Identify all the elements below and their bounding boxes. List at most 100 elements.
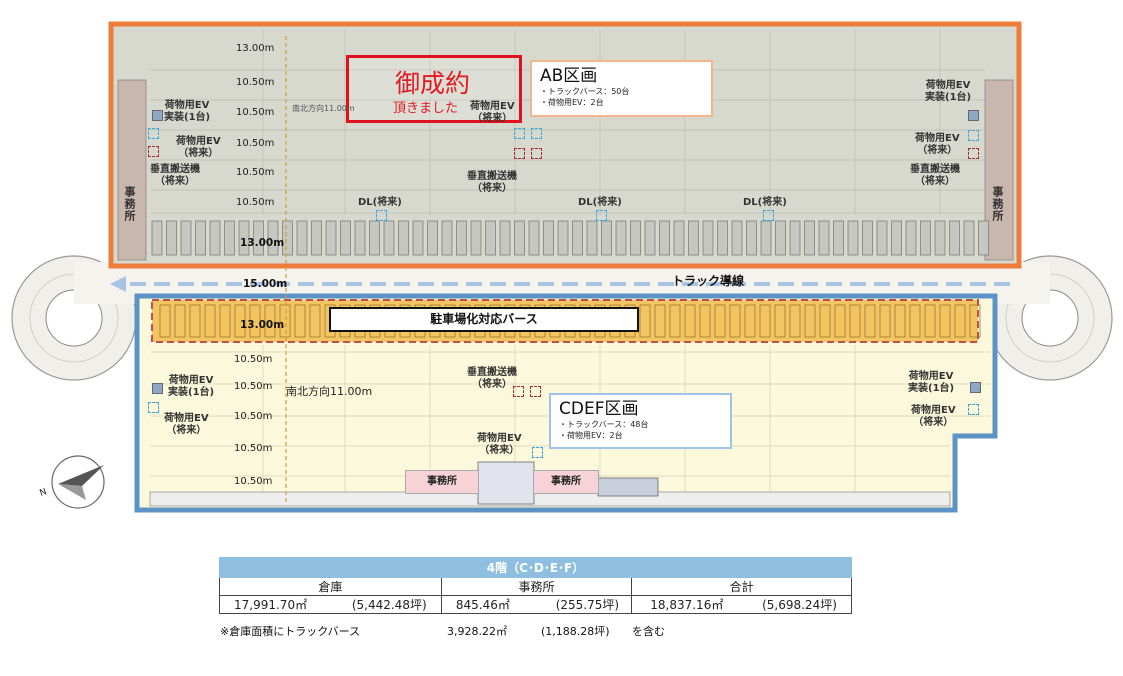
office-area-m2: 845.46㎡	[455, 598, 510, 612]
ab-berth-stall	[688, 220, 699, 256]
cdef-north-south-label: 南北方向11.00m	[286, 385, 373, 398]
ab-berth-stall	[195, 220, 206, 256]
note-prefix: ※倉庫面積にトラックバース	[220, 625, 361, 638]
cdef-ev-red-center-marker-1	[513, 386, 524, 397]
ab-berth-stall	[296, 220, 308, 256]
ab-vertical-conveyor-center: 垂直搬送機 （将来）	[467, 171, 517, 194]
ab-dim-2: 10.50m	[236, 77, 275, 88]
ab-berth-stall	[311, 220, 322, 256]
ab-berth-stall	[412, 220, 424, 256]
ab-berth-stall	[949, 220, 960, 256]
ab-ev-red-right-marker	[968, 148, 979, 159]
ab-berth-stall	[630, 220, 641, 256]
ab-berth-stall	[833, 220, 844, 256]
route-width-dim: 15.00m	[243, 278, 288, 290]
ab-berth-stall	[818, 220, 830, 256]
ab-ev-red-center-marker-1	[514, 148, 525, 159]
cdef-dim-4: 10.50m	[234, 443, 273, 454]
ab-berth-stall	[340, 220, 351, 256]
ab-berth-stall	[543, 220, 554, 256]
ab-berth-stall	[514, 220, 525, 256]
cdef-ev-blue-center-marker	[532, 447, 543, 458]
cdef-dim-2: 10.50m	[234, 381, 273, 392]
summary-warehouse-cell: 17,991.70㎡ (5,442.48坪)	[219, 595, 442, 614]
ab-berth-stall	[586, 220, 598, 256]
cdef-ev-future-center: 荷物用EV （将来）	[477, 433, 522, 456]
ab-ev-future-center: 荷物用EV （将来）	[470, 101, 515, 124]
ab-berth-stall	[978, 220, 989, 256]
cdef-office-2: 事務所	[533, 470, 599, 494]
ab-zone-berths: ・トラックバース：50台	[540, 87, 630, 96]
cdef-dim-1: 10.50m	[234, 354, 273, 365]
contract-title: 御成約	[395, 69, 471, 98]
ab-ev-future-left: 荷物用EV （将来）	[176, 136, 221, 159]
ab-berth-stall	[717, 220, 728, 256]
ab-berth-stall	[746, 220, 757, 256]
cdef-dim-3: 10.50m	[234, 411, 273, 422]
cdef-zone-title: CDEF区画	[559, 399, 639, 419]
cdef-zone-berths: ・トラックバース：48台	[559, 420, 649, 429]
ab-dim-4: 10.50m	[236, 138, 275, 149]
cdef-zone-ev: ・荷物用EV：2台	[559, 431, 623, 440]
warehouse-area-tsubo: (5,442.48坪)	[351, 598, 427, 612]
ab-zone-infobox: AB区画 ・トラックバース：50台 ・荷物用EV：2台	[530, 60, 713, 117]
ab-berth-stall	[847, 220, 859, 256]
ab-zone-ev: ・荷物用EV：2台	[540, 98, 604, 107]
cdef-ev-red-center-marker-2	[530, 386, 541, 397]
cdef-ev-blue-right-marker	[968, 404, 979, 415]
summary-total-cell: 18,837.16㎡ (5,698.24坪)	[631, 595, 852, 614]
summary-header-office: 事務所	[440, 577, 633, 596]
ab-berth-stall	[659, 220, 670, 256]
ab-ev-installed-right: 荷物用EV 実装(1台)	[925, 80, 972, 103]
contract-subtitle: 頂きました	[393, 101, 459, 116]
ab-ev-red-left-marker	[148, 146, 159, 157]
ab-berth-stall	[905, 220, 917, 256]
cdef-vertical-conveyor-center: 垂直搬送機 （将来）	[467, 367, 517, 390]
ab-dl-marker-1	[376, 210, 387, 221]
ab-berth-stall	[427, 220, 438, 256]
ab-berth-stall	[934, 220, 946, 256]
ab-dim-1: 13.00m	[236, 43, 275, 54]
cdef-ev-blue-left-marker	[148, 402, 159, 413]
ab-berth-stall	[731, 220, 743, 256]
cdef-ev-installed-left: 荷物用EV 実装(1台)	[168, 375, 215, 398]
ab-berth-stall	[804, 220, 815, 256]
area-summary-table: 4階（C･D･E･F） 倉庫 事務所 合計 17,991.70㎡ (5,442.…	[219, 557, 852, 614]
north-compass	[51, 455, 105, 509]
ab-berth-stall	[528, 220, 540, 256]
ab-berth-stall	[615, 220, 627, 256]
cdef-south-wall	[149, 491, 951, 507]
note-suffix: を含む	[632, 625, 665, 638]
ab-berth-stall	[862, 220, 873, 256]
ab-office-right-strip	[984, 79, 1014, 261]
ab-berth-stall	[775, 220, 786, 256]
ab-berth-stall	[180, 220, 192, 256]
ab-ev-red-center-marker-2	[531, 148, 542, 159]
parking-dim: 13.00m	[240, 319, 285, 331]
ab-ev-blue-center-marker-1	[514, 128, 525, 139]
ab-berth-stall	[702, 220, 714, 256]
ab-dim-7: 13.00m	[240, 237, 285, 249]
summary-header-warehouse: 倉庫	[219, 577, 442, 596]
ab-dl-marker-3	[763, 210, 774, 221]
warehouse-area-m2: 17,991.70㎡	[234, 598, 308, 612]
ab-office-right: 事務所	[991, 186, 1004, 222]
cdef-ev-future-right: 荷物用EV （将来）	[911, 405, 956, 428]
ab-berth-stall	[760, 220, 772, 256]
ab-dim-6: 10.50m	[236, 197, 275, 208]
ab-berth-stall	[369, 220, 380, 256]
note-m2: 3,928.22㎡	[447, 625, 507, 638]
ab-ev-future-right: 荷物用EV （将来）	[915, 133, 960, 156]
cdef-ev-installed-right: 荷物用EV 実装(1台)	[908, 371, 955, 394]
cdef-zone-infobox: CDEF区画 ・トラックバース：48台 ・荷物用EV：2台	[549, 393, 732, 449]
ab-berth-stall	[485, 220, 496, 256]
ab-berth-stall	[224, 220, 235, 256]
ab-berth-stall	[441, 220, 453, 256]
ab-dl-1: DL(将来)	[358, 197, 402, 208]
ab-berth-stall	[383, 220, 395, 256]
ab-ev-blue-left-marker	[148, 128, 159, 139]
ab-north-south-label: 南北方向11.00m	[292, 104, 355, 113]
ab-berth-stall	[209, 220, 221, 256]
ab-vertical-conveyor-left: 垂直搬送機 （将来）	[150, 164, 200, 187]
ab-vertical-conveyor-right: 垂直搬送機 （将来）	[910, 164, 960, 187]
